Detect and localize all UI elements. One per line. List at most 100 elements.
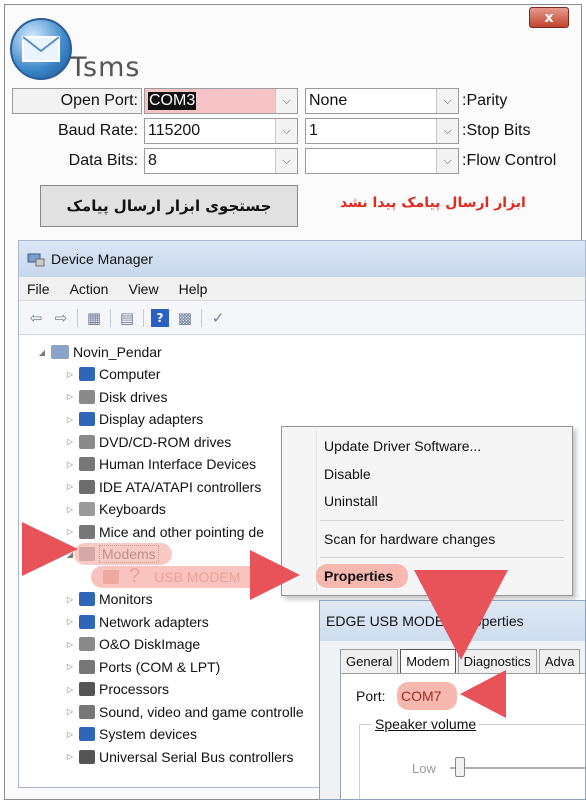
chevron-down-icon: ⌵ xyxy=(275,149,297,173)
expand-icon[interactable]: ▷ xyxy=(65,460,75,469)
tree-item-dvd-cd-rom-drives[interactable]: ▷ DVD/CD-ROM drives xyxy=(65,432,231,452)
menu-gutter xyxy=(316,431,317,591)
chevron-down-icon: ⌵ xyxy=(436,119,458,143)
menu-view[interactable]: View xyxy=(128,281,158,297)
menu-file[interactable]: File xyxy=(27,281,50,297)
chevron-down-icon: ⌵ xyxy=(275,119,297,143)
usb-modem-highlight xyxy=(91,566,276,588)
baud-rate-label: Baud Rate: xyxy=(57,122,138,139)
tree-item-display-adapters[interactable]: ▷ Display adapters xyxy=(65,409,203,429)
toolbar-divider xyxy=(77,308,78,327)
expand-icon[interactable]: ▷ xyxy=(65,707,75,716)
menu-item-update-driver[interactable]: Update Driver Software... xyxy=(324,435,481,457)
tree-item-mice-and-other-pointing-de[interactable]: ▷ Mice and other pointing de xyxy=(65,522,264,542)
search-sms-device-button[interactable]: جستجوی ابزار ارسال پیامک xyxy=(40,185,298,227)
computer-icon xyxy=(79,367,95,381)
tree-item-label: Computer xyxy=(99,366,161,382)
flow-control-select[interactable]: ⌵ xyxy=(305,148,459,174)
chevron-down-icon: ⌵ xyxy=(436,89,458,113)
mouse-icon xyxy=(79,524,95,539)
expand-icon[interactable]: ▷ xyxy=(65,730,75,739)
arrow-to-port-icon xyxy=(460,670,506,718)
expand-icon[interactable]: ▷ xyxy=(65,415,75,424)
menu-separator xyxy=(320,520,564,521)
expand-icon[interactable]: ▷ xyxy=(65,437,75,446)
help-icon[interactable]: ? xyxy=(151,308,169,327)
tree-item-sound-video-and-game-controlle[interactable]: ▷ Sound, video and game controlle xyxy=(65,702,304,722)
tree-item-label: O&O DiskImage xyxy=(99,636,201,652)
stop-bits-value: 1 xyxy=(309,122,318,139)
computer-network-icon xyxy=(51,345,69,359)
ide-icon xyxy=(79,479,95,494)
expand-icon[interactable]: ▷ xyxy=(65,640,75,649)
properties-icon[interactable]: ▤ xyxy=(118,309,136,327)
status-message: ابزار ارسال پیامک پیدا نشد xyxy=(340,195,526,211)
tree-item-keyboards[interactable]: ▷ Keyboards xyxy=(65,499,166,519)
tree-item-system-devices[interactable]: ▷ System devices xyxy=(65,724,197,744)
hid-icon xyxy=(79,457,95,471)
envelope-icon xyxy=(22,36,60,62)
tree-item-label: IDE ATA/ATAPI controllers xyxy=(99,478,262,495)
forward-arrow-icon[interactable]: ⇨ xyxy=(52,309,70,327)
view-icon[interactable]: ▩ xyxy=(176,309,194,327)
tree-item-label: Keyboards xyxy=(99,501,166,517)
tree-item-human-interface-devices[interactable]: ▷ Human Interface Devices xyxy=(65,454,256,474)
tree-item-processors[interactable]: ▷ Processors xyxy=(65,679,169,699)
tree-item-o-o-diskimage[interactable]: ▷ O&O DiskImage xyxy=(65,634,200,654)
expand-icon[interactable]: ▷ xyxy=(65,662,75,671)
device-manager-titlebar: Device Manager xyxy=(19,241,585,277)
menu-action[interactable]: Action xyxy=(70,281,109,297)
open-port-select[interactable]: COM3 ⌵ xyxy=(144,88,298,114)
tree-item-ide-ata-atapi-controllers[interactable]: ▷ IDE ATA/ATAPI controllers xyxy=(65,477,261,497)
menu-help[interactable]: Help xyxy=(179,281,208,297)
menu-item-disable[interactable]: Disable xyxy=(324,463,371,485)
tree-root[interactable]: ◢ Novin_Pendar xyxy=(37,342,162,362)
expand-icon[interactable]: ▷ xyxy=(65,392,75,401)
tree-item-disk-drives[interactable]: ▷ Disk drives xyxy=(65,387,168,407)
tree-item-label: DVD/CD-ROM drives xyxy=(99,433,232,450)
menu-item-scan-hardware[interactable]: Scan for hardware changes xyxy=(324,528,495,550)
baud-rate-select[interactable]: 115200 ⌵ xyxy=(144,118,298,144)
tab-general[interactable]: General xyxy=(340,649,399,673)
app-logo xyxy=(10,18,72,80)
expand-icon[interactable]: ▷ xyxy=(65,482,75,491)
expand-icon[interactable]: ▷ xyxy=(65,685,75,694)
tree-item-computer[interactable]: ▷ Computer xyxy=(65,364,161,384)
arrow-down-to-modem-tab-icon xyxy=(414,570,508,660)
tree-item-network-adapters[interactable]: ▷ Network adapters xyxy=(65,612,209,632)
tree-item-monitors[interactable]: ▷ Monitors xyxy=(65,589,153,609)
processor-icon xyxy=(79,682,95,696)
expand-icon[interactable]: ▷ xyxy=(65,752,75,761)
expand-icon[interactable]: ▷ xyxy=(65,505,75,514)
app-title-text: Tsms xyxy=(70,52,141,83)
back-arrow-icon[interactable]: ⇦ xyxy=(27,309,45,327)
parity-select[interactable]: None ⌵ xyxy=(305,88,459,114)
expand-icon[interactable]: ▷ xyxy=(65,370,75,379)
baud-rate-value: 115200 xyxy=(148,122,201,139)
toolbar: ⇦ ⇨ ▦ ▤ ? ▩ ✓ xyxy=(19,301,585,335)
tree-item-label: Human Interface Devices xyxy=(99,456,257,472)
tree-item-universal-serial-bus-controllers[interactable]: ▷ Universal Serial Bus controllers xyxy=(65,747,294,767)
scan-hardware-icon[interactable]: ✓ xyxy=(209,309,227,327)
show-hide-tree-icon[interactable]: ▦ xyxy=(85,309,103,327)
toolbar-divider xyxy=(143,308,144,327)
data-bits-select[interactable]: 8 ⌵ xyxy=(144,148,298,174)
expand-icon[interactable]: ▷ xyxy=(65,617,75,626)
port-value: COM7 xyxy=(401,688,442,704)
stop-bits-select[interactable]: 1 ⌵ xyxy=(305,118,459,144)
chevron-down-icon: ⌵ xyxy=(436,149,458,173)
tab-advanced[interactable]: Adva xyxy=(538,649,581,673)
monitor-icon xyxy=(79,592,95,606)
volume-slider-track[interactable] xyxy=(450,767,585,769)
expand-icon[interactable]: ▷ xyxy=(65,595,75,604)
close-icon: x xyxy=(544,9,554,26)
collapse-icon[interactable]: ◢ xyxy=(37,348,47,357)
tree-item-ports-com-lpt-[interactable]: ▷ Ports (COM & LPT) xyxy=(65,657,220,677)
search-sms-device-label: جستجوی ابزار ارسال پیامک xyxy=(66,197,272,215)
menu-item-properties[interactable]: Properties xyxy=(324,565,393,587)
volume-slider-thumb[interactable] xyxy=(455,757,465,777)
close-button[interactable]: x xyxy=(529,7,569,28)
tree-item-label: System devices xyxy=(99,726,198,742)
ports-icon xyxy=(79,659,95,674)
menu-item-uninstall[interactable]: Uninstall xyxy=(324,490,378,512)
